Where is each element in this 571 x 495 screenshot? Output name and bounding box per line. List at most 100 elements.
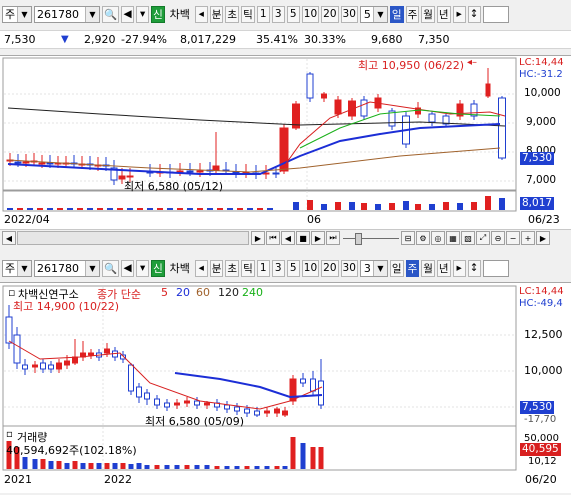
- code-input[interactable]: 261780 ▼: [34, 259, 100, 277]
- tick-button[interactable]: 틱: [241, 259, 255, 277]
- tool3-button[interactable]: ◎: [431, 231, 445, 245]
- volume-bar: [136, 463, 142, 469]
- volume-bar: [104, 463, 110, 469]
- tool2-button[interactable]: ⚙: [416, 231, 430, 245]
- week-button[interactable]: 주: [405, 259, 420, 277]
- minus-button[interactable]: −: [506, 231, 520, 245]
- skip-next-icon: ▶: [314, 233, 322, 243]
- bottom-price-chart[interactable]: [0, 283, 571, 493]
- tool4-button[interactable]: ▦: [446, 231, 460, 245]
- prev-button[interactable]: ◂: [194, 5, 208, 23]
- first-button[interactable]: ⏮: [266, 231, 280, 245]
- volume-bar: [274, 466, 280, 469]
- volume-bar: [72, 461, 78, 469]
- top-price-chart[interactable]: [0, 56, 571, 229]
- price-candle: [104, 348, 110, 354]
- high-annotation: 최고 10,950 (06/22): [358, 59, 465, 72]
- second-button[interactable]: 초: [225, 5, 240, 23]
- price-candle: [204, 402, 210, 406]
- prev-button[interactable]: ◂: [194, 259, 208, 277]
- tool5-button[interactable]: ▧: [461, 231, 475, 245]
- volume-bar: [207, 208, 213, 210]
- speaker-button[interactable]: ◀: [121, 259, 135, 277]
- market-select[interactable]: 주 ▼: [2, 5, 32, 23]
- volume-bar: [37, 208, 43, 210]
- price-candle: [126, 175, 134, 178]
- minute-button[interactable]: 분: [209, 259, 224, 277]
- next-button[interactable]: ▸: [452, 259, 466, 277]
- month-button[interactable]: 월: [421, 259, 435, 277]
- dropdown-button[interactable]: ▾: [136, 259, 150, 277]
- y-tick-10000: 10,000: [524, 364, 563, 377]
- interval-3[interactable]: 3: [271, 5, 285, 23]
- speaker-button[interactable]: ◀: [121, 5, 135, 23]
- x-label-mid: 2022: [104, 473, 132, 486]
- tool1-button[interactable]: ⊟: [401, 231, 415, 245]
- day-button[interactable]: 일: [389, 259, 404, 277]
- interval-30[interactable]: 30: [340, 259, 358, 277]
- resize-button[interactable]: ↕: [467, 259, 481, 277]
- extra-input[interactable]: [482, 259, 509, 277]
- new-badge-button[interactable]: 신: [151, 5, 165, 23]
- year-button[interactable]: 년: [436, 5, 451, 23]
- period-spinner[interactable]: 5 ▼: [359, 5, 388, 23]
- scroll-track[interactable]: [17, 231, 249, 245]
- interval-20[interactable]: 20: [321, 5, 339, 23]
- next-button[interactable]: ▸: [452, 5, 466, 23]
- volume-bar: [47, 208, 53, 210]
- scroll-left-button[interactable]: ◀: [2, 231, 16, 245]
- bottom-toolbar: 주 ▼ 261780 ▼ 🔍 ◀ ▾ 신 차백 ◂ 분 초 틱 1 3 5 10…: [0, 257, 571, 279]
- interval-10[interactable]: 10: [301, 5, 320, 23]
- tool6-button[interactable]: ⤢: [476, 231, 490, 245]
- year-button[interactable]: 년: [436, 259, 451, 277]
- stop-button[interactable]: ■: [296, 231, 310, 245]
- interval-5[interactable]: 5: [286, 259, 300, 277]
- skip-forward-icon: ⏭: [329, 233, 337, 242]
- prev-page-button[interactable]: ◀: [281, 231, 295, 245]
- expand-icon: ⤢: [479, 233, 487, 242]
- new-badge-button[interactable]: 신: [151, 259, 165, 277]
- interval-5[interactable]: 5: [286, 5, 300, 23]
- minute-button[interactable]: 분: [209, 5, 224, 23]
- chevron-right-icon: ▶: [254, 233, 262, 243]
- price-candle: [48, 364, 54, 370]
- period-spinner[interactable]: 3 ▼: [359, 259, 388, 277]
- hc-pct-tag: -17,70: [524, 414, 557, 425]
- interval-20[interactable]: 20: [321, 259, 339, 277]
- resize-button[interactable]: ↕: [467, 5, 481, 23]
- scroll-right-button[interactable]: ▶: [251, 231, 265, 245]
- price-candle: [485, 83, 491, 97]
- tick-button[interactable]: 틱: [241, 5, 255, 23]
- search-button[interactable]: 🔍: [102, 259, 120, 277]
- zoom-out-button[interactable]: ⊖: [491, 231, 505, 245]
- interval-3[interactable]: 3: [271, 259, 285, 277]
- code-input[interactable]: 261780 ▼: [34, 5, 100, 23]
- volume-bar: [244, 466, 250, 469]
- lc-label: LC:14,44: [519, 57, 564, 68]
- zoom-slider[interactable]: [341, 232, 401, 245]
- extra-input[interactable]: [482, 5, 509, 23]
- second-button[interactable]: 초: [225, 259, 240, 277]
- slider-thumb[interactable]: [355, 233, 362, 245]
- search-button[interactable]: 🔍: [102, 5, 120, 23]
- volume-bar: [257, 208, 263, 210]
- week-button[interactable]: 주: [405, 5, 420, 23]
- price-candle: [212, 165, 220, 171]
- next-page-button[interactable]: ▶: [311, 231, 325, 245]
- dropdown-button[interactable]: ▾: [136, 5, 150, 23]
- interval-1[interactable]: 1: [256, 259, 270, 277]
- interval-10[interactable]: 10: [301, 259, 320, 277]
- more-right-button[interactable]: ▶: [536, 231, 550, 245]
- day-button[interactable]: 일: [389, 5, 404, 23]
- last-button[interactable]: ⏭: [326, 231, 340, 245]
- month-button[interactable]: 월: [421, 5, 435, 23]
- plus-button[interactable]: +: [521, 231, 535, 245]
- interval-1[interactable]: 1: [256, 5, 270, 23]
- volume-bar: [144, 465, 150, 469]
- price-candle: [14, 161, 22, 164]
- price-candle: [13, 334, 21, 364]
- chevron-down-icon: ▼: [372, 260, 387, 276]
- chevron-down-icon: ▼: [17, 6, 31, 22]
- market-select[interactable]: 주 ▼: [2, 259, 32, 277]
- interval-30[interactable]: 30: [340, 5, 358, 23]
